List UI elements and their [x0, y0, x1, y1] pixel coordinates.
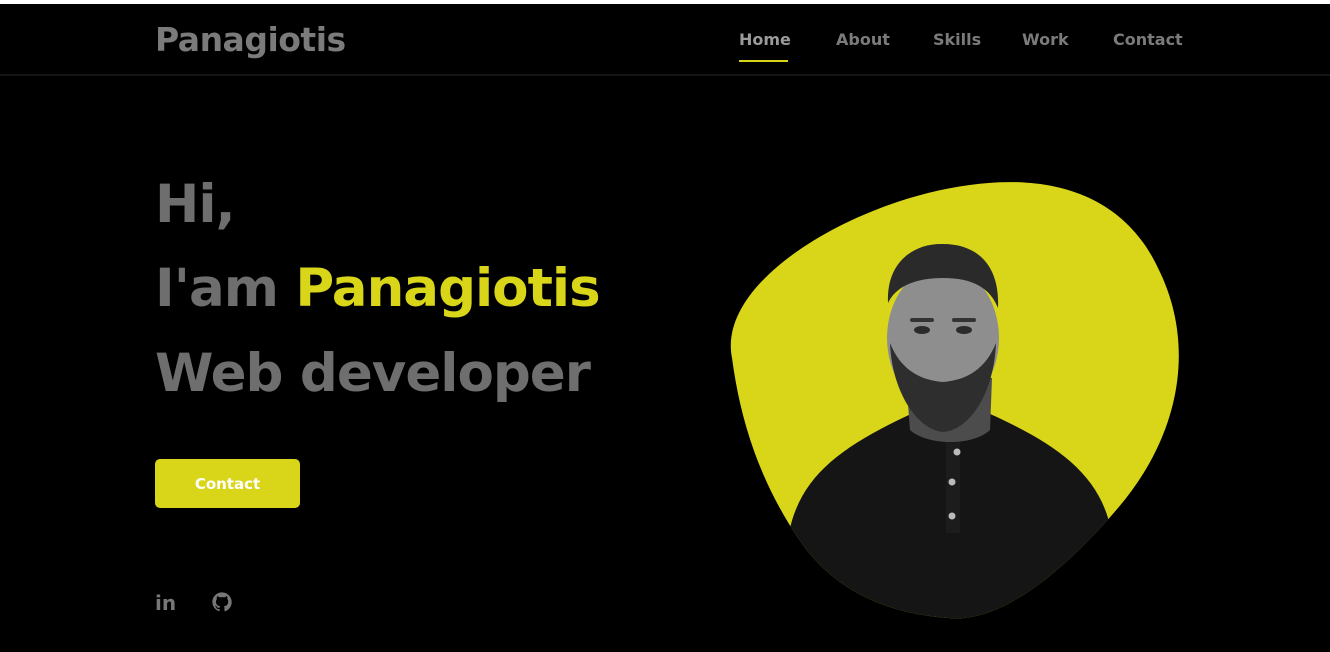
nav-contact[interactable]: Contact: [1113, 30, 1183, 49]
nav-about[interactable]: About: [836, 30, 890, 49]
hero-role: Web developer: [155, 343, 591, 404]
portrait-photo: [730, 182, 1179, 619]
hero-intro-prefix: I'am: [155, 258, 296, 319]
nav-work[interactable]: Work: [1022, 30, 1069, 49]
main-nav: Home About Skills Work Contact: [0, 30, 1330, 70]
github-icon-glyph: [212, 592, 232, 612]
hero-greeting: Hi,: [155, 174, 236, 235]
github-icon[interactable]: [211, 591, 235, 615]
hero-name: Panagiotis: [295, 258, 600, 319]
linkedin-icon[interactable]: in: [155, 591, 176, 615]
site-header: Panagiotis Home About Skills Work Contac…: [0, 4, 1330, 76]
nav-home[interactable]: Home: [739, 30, 791, 49]
nav-active-indicator: [739, 60, 788, 62]
portrait-blob: [730, 182, 1179, 619]
nav-skills[interactable]: Skills: [933, 30, 981, 49]
hero-intro: I'am Panagiotis: [155, 258, 601, 319]
contact-button[interactable]: Contact: [155, 459, 300, 508]
